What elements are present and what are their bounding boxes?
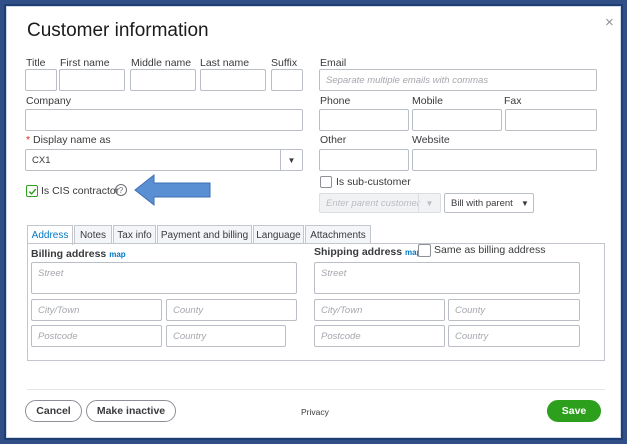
sub-customer-label: Is sub-customer [336, 176, 411, 188]
help-icon[interactable]: ? [115, 184, 127, 196]
parent-customer-placeholder: Enter parent customer [326, 197, 420, 209]
save-button[interactable]: Save [547, 400, 601, 422]
privacy-link[interactable]: Privacy [301, 407, 329, 417]
shipping-city-placeholder: City/Town [321, 304, 363, 316]
billing-street-placeholder: Street [38, 268, 64, 279]
shipping-city-input[interactable]: City/Town [314, 299, 445, 321]
phone-input[interactable] [319, 109, 409, 131]
billing-postcode-placeholder: Postcode [38, 330, 78, 342]
shipping-address-text: Shipping address [314, 246, 403, 258]
mobile-label: Mobile [412, 95, 443, 107]
billing-city-placeholder: City/Town [38, 304, 80, 316]
annotation-arrow-icon [134, 173, 211, 207]
billing-street-input[interactable]: Street [31, 262, 297, 294]
shipping-postcode-input[interactable]: Postcode [314, 325, 445, 347]
suffix-label: Suffix [271, 57, 298, 69]
cancel-button[interactable]: Cancel [25, 400, 82, 422]
mobile-input[interactable] [412, 109, 502, 131]
tab-language[interactable]: Language [253, 225, 304, 244]
phone-label: Phone [320, 95, 351, 107]
middle-name-label: Middle name [131, 57, 192, 69]
chevron-down-icon[interactable]: ▼ [517, 194, 533, 212]
email-placeholder: Separate multiple emails with commas [326, 74, 489, 86]
chevron-down-icon: ▼ [418, 194, 440, 212]
tab-notes[interactable]: Notes [74, 225, 112, 244]
sub-customer-checkbox[interactable] [320, 176, 332, 188]
cis-contractor-label: Is CIS contractor [41, 185, 120, 197]
shipping-address-label: Shipping address map [314, 246, 421, 258]
billing-county-input[interactable]: County [166, 299, 297, 321]
billing-city-input[interactable]: City/Town [31, 299, 162, 321]
middle-name-input[interactable] [130, 69, 196, 91]
other-label: Other [320, 134, 347, 146]
bill-with-select[interactable]: Bill with parent ▼ [444, 193, 534, 213]
website-input[interactable] [412, 149, 597, 171]
billing-country-input[interactable]: Country [166, 325, 286, 347]
shipping-country-input[interactable]: Country [448, 325, 580, 347]
shipping-country-placeholder: Country [455, 330, 489, 342]
fax-input[interactable] [505, 109, 597, 131]
suffix-input[interactable] [271, 69, 303, 91]
shipping-street-input[interactable]: Street [314, 262, 580, 294]
first-name-input[interactable] [59, 69, 125, 91]
bill-with-value: Bill with parent [451, 197, 513, 209]
shipping-street-placeholder: Street [321, 268, 347, 279]
billing-postcode-input[interactable]: Postcode [31, 325, 162, 347]
billing-country-placeholder: Country [173, 330, 207, 342]
customer-information-dialog: Customer information × Title First name … [4, 4, 623, 440]
fax-label: Fax [504, 95, 522, 107]
tab-attachments[interactable]: Attachments [305, 225, 371, 244]
billing-map-link[interactable]: map [109, 250, 125, 259]
company-label: Company [26, 95, 71, 107]
website-label: Website [412, 134, 450, 146]
billing-county-placeholder: County [173, 304, 204, 316]
checkmark-icon [28, 188, 36, 195]
footer-divider [27, 389, 605, 390]
close-icon[interactable]: × [605, 14, 614, 31]
parent-customer-select[interactable]: Enter parent customer ▼ [319, 193, 441, 213]
email-label: Email [320, 57, 347, 69]
display-name-label-text: Display name as [33, 134, 111, 146]
other-input[interactable] [319, 149, 409, 171]
same-as-billing-label: Same as billing address [434, 244, 546, 256]
billing-address-label: Billing address map [31, 248, 126, 260]
same-as-billing-checkbox[interactable] [418, 244, 431, 257]
make-inactive-button[interactable]: Make inactive [86, 400, 176, 422]
display-name-label: * Display name as [26, 134, 111, 146]
shipping-postcode-placeholder: Postcode [321, 330, 361, 342]
first-name-label: First name [60, 57, 110, 69]
shipping-county-placeholder: County [455, 304, 486, 316]
tab-tax-info[interactable]: Tax info [113, 225, 156, 244]
tab-payment-and-billing[interactable]: Payment and billing [157, 225, 252, 244]
title-label: Title [26, 57, 46, 69]
company-input[interactable] [25, 109, 303, 131]
tab-address[interactable]: Address [27, 225, 73, 245]
email-input[interactable]: Separate multiple emails with commas [319, 69, 597, 91]
cis-contractor-checkbox[interactable] [26, 185, 38, 197]
title-input[interactable] [25, 69, 57, 91]
display-name-value: CX1 [32, 154, 51, 166]
chevron-down-icon[interactable]: ▼ [280, 150, 302, 170]
billing-address-text: Billing address [31, 248, 107, 260]
dialog-title: Customer information [27, 20, 209, 41]
last-name-input[interactable] [200, 69, 266, 91]
display-name-select[interactable]: CX1 ▼ [25, 149, 303, 171]
last-name-label: Last name [200, 57, 250, 69]
shipping-county-input[interactable]: County [448, 299, 580, 321]
required-mark: * [26, 134, 31, 146]
